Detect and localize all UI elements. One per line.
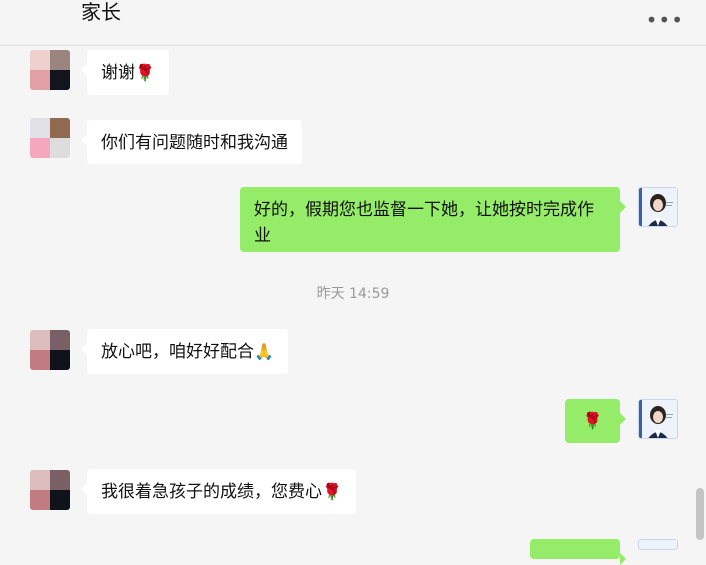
scrollbar-thumb[interactable] <box>696 488 704 540</box>
chat-title: 家长 <box>81 0 121 24</box>
contact-avatar[interactable] <box>30 470 70 510</box>
more-options-icon[interactable]: ••• <box>646 10 684 30</box>
self-avatar[interactable] <box>638 539 678 550</box>
outgoing-message[interactable] <box>530 539 626 565</box>
incoming-message[interactable]: 放心吧，咱好好配合🙏 <box>81 329 288 374</box>
incoming-message[interactable]: 我很着急孩子的成绩，您费心🌹 <box>81 469 356 514</box>
pray-emoji: 🙏 <box>254 342 274 361</box>
incoming-message[interactable]: 你们有问题随时和我沟通 <box>81 120 302 164</box>
message-text: 我很着急孩子的成绩，您费心 <box>101 482 322 502</box>
chat-header: 家长 ••• <box>0 0 706 46</box>
message-text: 好的，假期您也监督一下她，让她按时完成作业 <box>254 200 594 246</box>
contact-avatar[interactable] <box>30 50 70 90</box>
message-text: 你们有问题随时和我沟通 <box>101 133 288 153</box>
contact-avatar[interactable] <box>30 330 70 370</box>
incoming-message[interactable]: 谢谢🌹 <box>81 50 169 95</box>
message-text: 谢谢 <box>101 63 135 83</box>
message-text: 放心吧，咱好好配合 <box>101 342 254 362</box>
outgoing-message[interactable]: 好的，假期您也监督一下她，让她按时完成作业 <box>240 187 626 252</box>
contact-avatar[interactable] <box>30 118 70 158</box>
self-avatar[interactable] <box>638 187 678 227</box>
self-avatar[interactable] <box>638 399 678 439</box>
outgoing-message[interactable]: 🌹 <box>565 399 626 443</box>
rose-emoji: 🌹 <box>582 411 603 430</box>
rose-emoji: 🌹 <box>322 482 342 501</box>
rose-emoji: 🌹 <box>135 63 155 82</box>
timestamp: 昨天 14:59 <box>316 286 390 302</box>
